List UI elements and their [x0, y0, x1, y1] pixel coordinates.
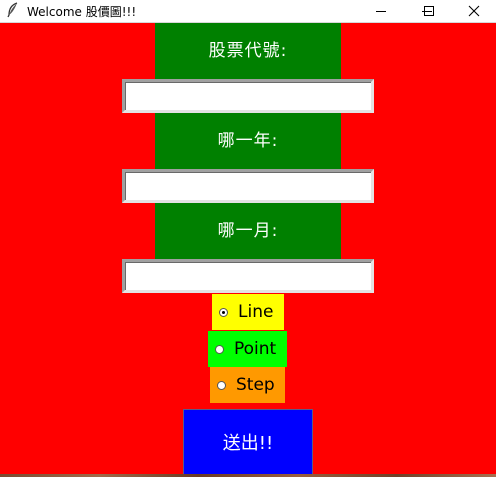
minimize-icon: [376, 11, 386, 12]
close-button[interactable]: [452, 0, 496, 22]
chart-type-line-label: Line: [238, 302, 274, 322]
chart-type-step-radio[interactable]: Step: [210, 367, 285, 403]
window-title: Welcome 股價圖!!!: [27, 5, 137, 19]
main-window: 股票代號: 哪一年: 哪一月: Line Point Step 送出!!: [0, 23, 496, 477]
chart-type-point-label: Point: [234, 339, 277, 359]
month-input[interactable]: [125, 262, 371, 290]
submit-button-label: 送出!!: [222, 433, 274, 454]
close-icon: [468, 5, 480, 17]
year-field[interactable]: [122, 169, 374, 203]
stock-code-label: 股票代號:: [155, 23, 341, 79]
submit-button[interactable]: 送出!!: [183, 409, 313, 475]
maximize-icon: [424, 6, 434, 16]
month-field[interactable]: [122, 259, 374, 293]
radio-unselected-icon: [217, 380, 226, 390]
radio-unselected-icon: [215, 344, 224, 354]
chart-type-line-radio[interactable]: Line: [212, 294, 284, 330]
year-label: 哪一年:: [155, 113, 341, 169]
year-input[interactable]: [125, 172, 371, 200]
radio-selected-icon: [219, 307, 228, 317]
stock-code-field[interactable]: [122, 79, 374, 113]
feather-icon: [6, 2, 20, 18]
chart-type-point-radio[interactable]: Point: [208, 331, 287, 367]
maximize-button-area[interactable]: [406, 0, 452, 22]
stock-code-input[interactable]: [125, 82, 371, 110]
chart-type-step-label: Step: [236, 375, 275, 395]
minimize-button-area[interactable]: [358, 0, 404, 22]
month-label: 哪一月:: [155, 203, 341, 259]
